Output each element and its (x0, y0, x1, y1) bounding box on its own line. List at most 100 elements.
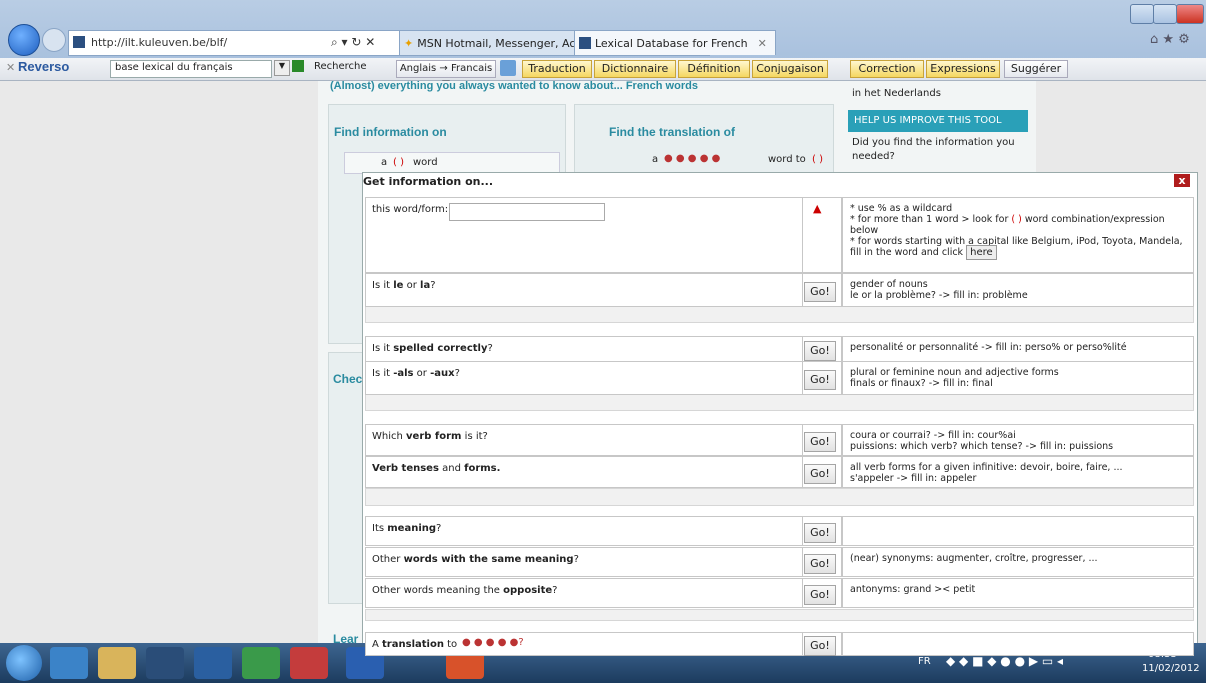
separator (842, 337, 843, 361)
go-button[interactable]: Go! (804, 464, 836, 484)
start-button-icon[interactable] (6, 645, 42, 681)
back-button-icon[interactable] (8, 24, 40, 56)
close-modal-button[interactable]: x (1174, 174, 1190, 187)
query-row: Other words with the same meaning? Go! (ne… (365, 547, 1194, 577)
query-row: Verb tenses and forms. Go! all verb forms … (365, 456, 1194, 488)
language-indicator[interactable]: FR (918, 656, 931, 667)
go-button[interactable]: Go! (804, 636, 836, 656)
tab-lexical-label: Lexical Database for French (595, 36, 748, 50)
help-banner: HELP US IMPROVE THIS TOOL (848, 110, 1028, 132)
close-window-button[interactable] (1176, 4, 1204, 24)
query-row: Other words meaning the opposite? Go! anto… (365, 578, 1194, 608)
warning-icon: ▲ (813, 202, 822, 215)
query-description: gender of nouns le or la problème? -> fil… (850, 279, 1028, 301)
tray-icons[interactable]: ◆ ◆ ■ ◆ ● ● ▶ ▭ ◂ (946, 654, 1063, 668)
french-flag-icon: ( ) (1011, 214, 1022, 225)
go-button[interactable]: Go! (804, 370, 836, 390)
app-taskbar-icon[interactable] (242, 647, 280, 679)
query-description: (near) synonyms: augmenter, croître, pro… (850, 553, 1098, 564)
description-line: puissions: which verb? which tense? -> f… (850, 441, 1114, 452)
correction-button[interactable]: Correction (850, 60, 924, 78)
maximize-button[interactable] (1153, 4, 1177, 24)
check-title: Chec (333, 372, 363, 386)
separator (842, 198, 843, 272)
query-row: Is it le or la? Go! gender of nouns le or l… (365, 273, 1194, 307)
description-line: s'appeler -> fill in: appeler (850, 473, 977, 484)
definition-button[interactable]: Définition (678, 60, 750, 78)
dropdown-arrow-icon[interactable]: ▼ (274, 60, 290, 76)
note-2: * for more than 1 word > look for ( ) wo… (850, 214, 1190, 236)
description-line: plural or feminine noun and adjective fo… (850, 367, 1059, 378)
query-label: Is it le or la? (372, 280, 436, 291)
translate-icon[interactable] (500, 60, 516, 76)
query-label: Other words meaning the opposite? (372, 585, 558, 596)
reverso-logo[interactable]: Reverso (18, 59, 69, 74)
toolbar-search-input[interactable]: base lexical du français (110, 60, 272, 78)
site-favicon-icon (73, 36, 85, 48)
site-favicon-icon (579, 37, 591, 49)
separator (842, 457, 843, 487)
media-taskbar-icon[interactable] (146, 647, 184, 679)
close-tab-icon[interactable]: ✕ (758, 37, 767, 50)
nederlands-link[interactable]: in het Nederlands (852, 88, 941, 99)
minimize-button[interactable] (1130, 4, 1154, 24)
go-button[interactable]: Go! (804, 585, 836, 605)
language-pair-select[interactable]: Anglais → Francais ▼ (396, 60, 496, 90)
home-star-gear-icons[interactable]: ⌂ ★ ⚙ (1150, 32, 1190, 47)
go-button[interactable]: Go! (804, 523, 836, 543)
word-form-input[interactable] (449, 203, 605, 221)
query-description: all verb forms for a given infinitive: d… (850, 462, 1123, 484)
recherche-button[interactable]: Recherche (314, 61, 367, 72)
go-button[interactable]: Go! (804, 341, 836, 361)
go-button[interactable]: Go! (804, 554, 836, 574)
go-button[interactable]: Go! (804, 282, 836, 302)
search-go-icon[interactable] (292, 60, 304, 72)
description-line: coura or courrai? -> fill in: cour%ai (850, 430, 1016, 441)
modal-header: Get information on... (363, 173, 1195, 189)
tab-lexical-database[interactable]: Lexical Database for French ✕ (574, 30, 776, 55)
here-button[interactable]: here (966, 245, 997, 260)
chrome-taskbar-icon[interactable] (194, 647, 232, 679)
wildcard-notes: * use % as a wildcard * for more than 1 … (850, 203, 1190, 260)
tab-msn[interactable]: ✦ MSN Hotmail, Messenger, Act... (399, 30, 575, 55)
query-description: coura or courrai? -> fill in: cour%ai pui… (850, 430, 1113, 452)
language-flags-icon: ● ● ● ● ● (664, 153, 721, 164)
clock-date[interactable]: 11/02/2012 (1142, 663, 1200, 674)
url-text[interactable]: http://ilt.kuleuven.be/blf/ (91, 36, 227, 49)
description-line: (near) synonyms: augmenter, croître, pro… (850, 553, 1098, 564)
suggerer-button[interactable]: Suggérer (1004, 60, 1068, 78)
explorer-taskbar-icon[interactable] (98, 647, 136, 679)
conjugaison-button[interactable]: Conjugaison (752, 60, 828, 78)
note-1: * use % as a wildcard (850, 203, 953, 214)
query-description: plural or feminine noun and adjective fo… (850, 367, 1059, 389)
separator (842, 633, 843, 655)
separator (842, 362, 843, 394)
modal-title: Get information on... (363, 175, 494, 188)
forward-button-icon[interactable] (42, 28, 66, 52)
go-button[interactable]: Go! (804, 432, 836, 452)
language-flags-icon: ● ● ● ● ●? (462, 637, 524, 648)
search-refresh-stop-icon[interactable]: ⌕ ▾ ↻ ✕ (331, 35, 375, 50)
word-form-row: this word/form: ▲ * use % as a wildcard … (365, 197, 1194, 273)
query-label: Is it -als or -aux? (372, 368, 460, 379)
query-label: Other words with the same meaning? (372, 554, 579, 565)
query-label: Verb tenses and forms. (372, 463, 501, 474)
query-row: Its meaning? Go! (365, 516, 1194, 546)
ie-taskbar-icon[interactable] (50, 647, 88, 679)
description-line: gender of nouns (850, 279, 928, 290)
close-toolbar-icon[interactable]: ✕ (6, 61, 15, 74)
find-info-title: Find information on (334, 125, 447, 139)
query-label: Its meaning? (372, 523, 442, 534)
msn-icon: ✦ (404, 36, 414, 50)
word-option[interactable]: a ( ) word (344, 152, 560, 174)
expressions-button[interactable]: Expressions (926, 60, 1000, 78)
note-2-text: * for more than 1 word > look for (850, 214, 1009, 225)
reverso-taskbar-icon[interactable] (290, 647, 328, 679)
query-row: Is it spelled correctly? Go! personalité o… (365, 336, 1194, 362)
separator (842, 425, 843, 455)
traduction-button[interactable]: Traduction (522, 60, 592, 78)
help-text: Did you find the information you needed? (852, 137, 1015, 162)
row-gap (365, 305, 1194, 323)
dictionnaire-button[interactable]: Dictionnaire (594, 60, 676, 78)
translation-option[interactable]: a ● ● ● ● ● word to ( ) (612, 152, 832, 172)
